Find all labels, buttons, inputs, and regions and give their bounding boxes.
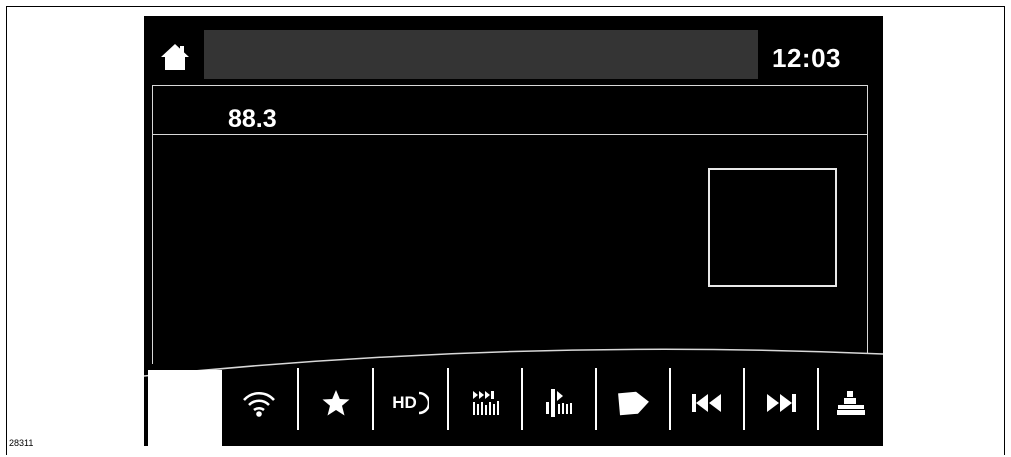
seek-icon xyxy=(545,389,572,417)
source-button[interactable] xyxy=(148,370,222,446)
home-icon xyxy=(161,44,189,70)
previous-button[interactable] xyxy=(671,366,743,440)
next-button[interactable] xyxy=(745,366,817,440)
home-button[interactable] xyxy=(160,42,190,72)
presets-button[interactable] xyxy=(819,366,883,440)
wifi-icon xyxy=(243,391,275,417)
star-icon xyxy=(322,390,350,416)
frequency-row: 88.3 xyxy=(153,86,867,135)
figure-id: 28311 xyxy=(9,438,34,448)
album-art-placeholder xyxy=(708,168,837,287)
title-bar xyxy=(204,30,758,79)
radio-screen: 12:03 88.3 HD xyxy=(144,16,883,446)
scan-button[interactable] xyxy=(449,366,522,440)
next-icon xyxy=(767,394,796,412)
toolbar: HD xyxy=(222,366,883,446)
wifi-button[interactable] xyxy=(222,366,296,440)
hd-icon: HD xyxy=(392,393,417,412)
scan-icon xyxy=(472,391,499,415)
previous-icon xyxy=(692,394,721,412)
clock: 12:03 xyxy=(772,43,841,73)
tag-button[interactable] xyxy=(597,366,670,440)
presets-icon xyxy=(837,391,865,415)
station-info-panel: 88.3 xyxy=(152,85,868,364)
tag-icon xyxy=(617,391,649,416)
station-frequency: 88.3 xyxy=(228,105,277,133)
favorites-button[interactable] xyxy=(299,366,373,440)
hd-button[interactable]: HD xyxy=(374,366,447,440)
seek-button[interactable] xyxy=(523,366,596,440)
hd-arc-icon xyxy=(418,391,429,415)
